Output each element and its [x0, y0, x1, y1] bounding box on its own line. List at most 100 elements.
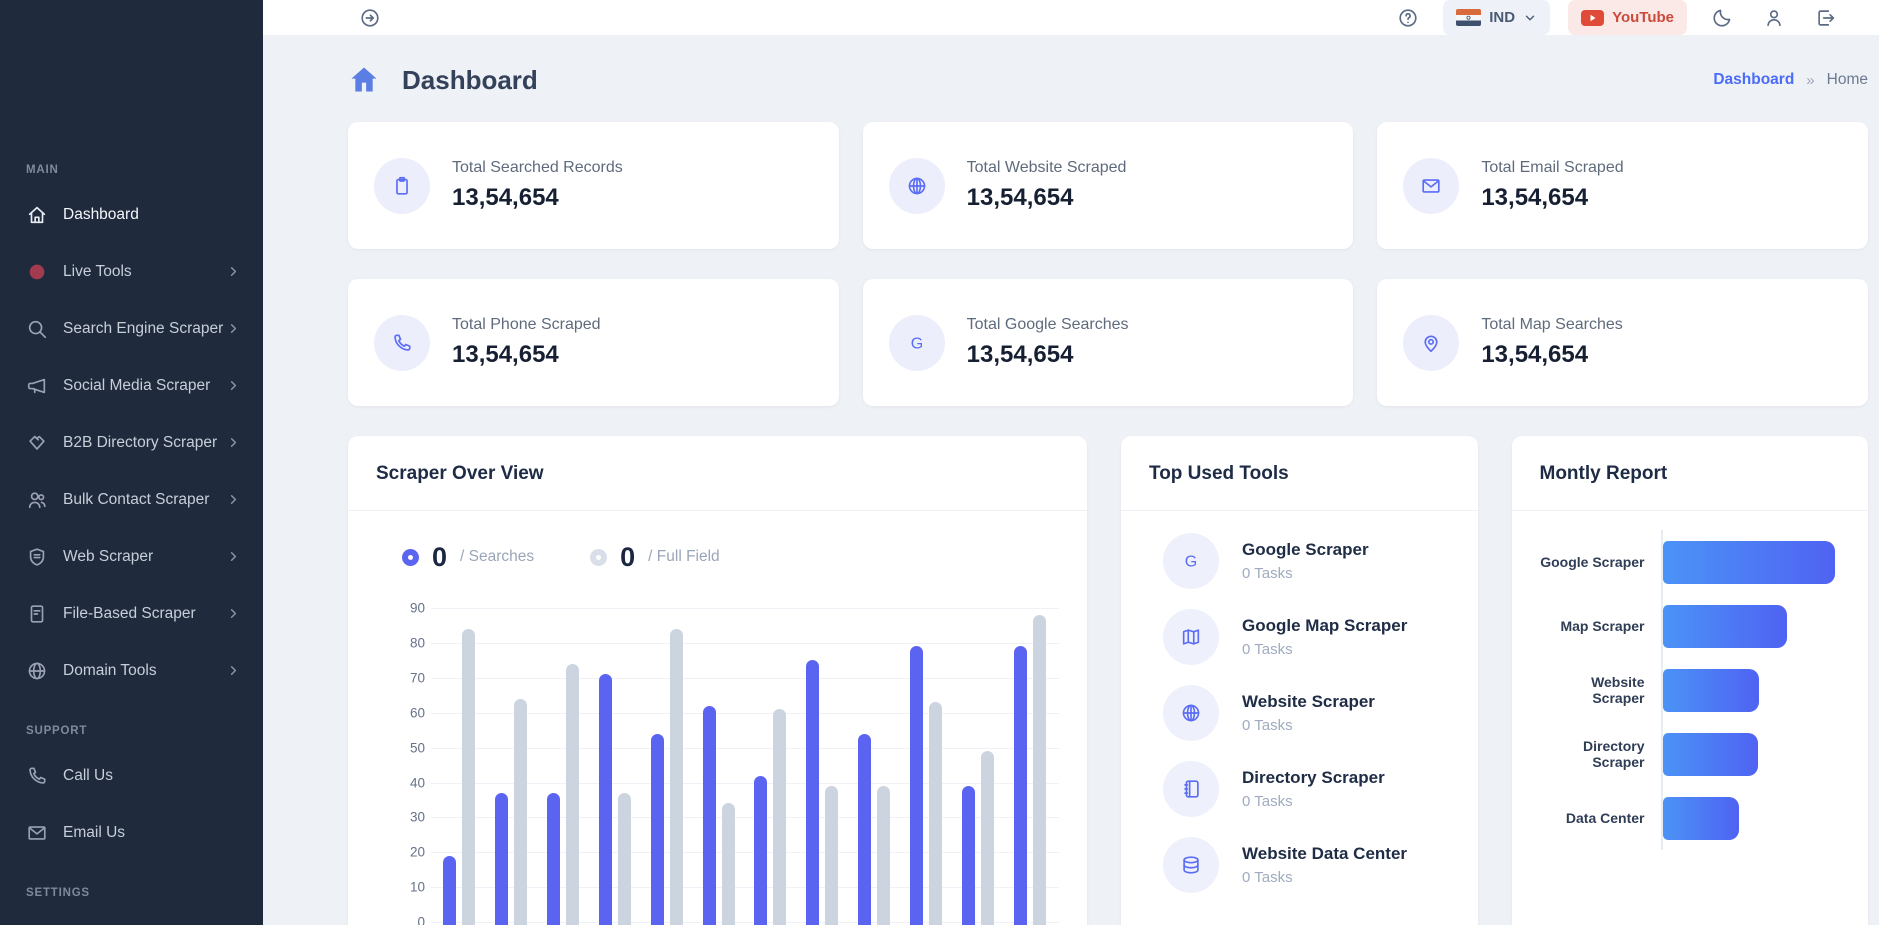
panels-row: Scraper Over View 0/ Searches0/ Full Fie…	[348, 436, 1868, 925]
page-title-wrap: Dashboard	[348, 64, 538, 96]
tool-item-google-scraper[interactable]: GGoogle Scraper0 Tasks	[1149, 523, 1450, 599]
tool-name: Google Map Scraper	[1242, 616, 1407, 636]
sidebar-item-label: File-Based Scraper	[63, 605, 226, 623]
breadcrumb-home-link[interactable]: Home	[1827, 71, 1868, 89]
stat-cards-grid: Total Searched Records13,54,654Total Web…	[348, 122, 1868, 406]
bar-full-field	[462, 629, 475, 925]
language-selector[interactable]: IND	[1443, 0, 1550, 35]
tool-task-count: 0 Tasks	[1242, 717, 1375, 734]
users-icon	[26, 489, 48, 511]
bar-full-field	[773, 709, 786, 925]
tool-name: Website Data Center	[1242, 844, 1407, 864]
bar-full-field	[877, 786, 890, 925]
sidebar-item-label: Call Us	[63, 767, 241, 785]
sidebar-item-search-engine-scraper[interactable]: Search Engine Scraper	[0, 300, 263, 357]
stat-label: Total Website Scraped	[967, 159, 1127, 177]
top-used-tools-title: Top Used Tools	[1121, 436, 1478, 511]
dark-mode-toggle[interactable]	[1705, 1, 1739, 35]
sidebar-item-file-based-scraper[interactable]: File-Based Scraper	[0, 585, 263, 642]
breadcrumb-separator: »	[1806, 72, 1814, 89]
sidebar-item-social-media-scraper[interactable]: Social Media Scraper	[0, 357, 263, 414]
sidebar-toggle-button[interactable]	[353, 1, 387, 35]
profile-button[interactable]	[1757, 1, 1791, 35]
sidebar-item-live-tools[interactable]: Live Tools	[0, 243, 263, 300]
tool-item-website-data-center[interactable]: Website Data Center0 Tasks	[1149, 827, 1450, 903]
page-content: Dashboard Dashboard » Home Total Searche…	[263, 36, 1879, 925]
monthly-bar-zone	[1661, 722, 1841, 786]
y-axis-tick: 30	[376, 810, 425, 825]
page-head: Dashboard Dashboard » Home	[348, 64, 1868, 96]
clipboard-icon	[374, 158, 430, 214]
india-flag-icon	[1456, 9, 1481, 26]
tool-item-google-map-scraper[interactable]: Google Map Scraper0 Tasks	[1149, 599, 1450, 675]
tool-item-website-scraper[interactable]: Website Scraper 0 Tasks	[1149, 675, 1450, 751]
monthly-category-label: Data Center	[1540, 810, 1645, 826]
bar-searches	[910, 646, 923, 925]
home-icon	[348, 64, 380, 96]
sidebar-item-label: Bulk Contact Scraper	[63, 491, 226, 509]
y-axis-tick: 10	[376, 880, 425, 895]
stat-value: 13,54,654	[452, 341, 601, 369]
sidebar-item-email-us[interactable]: Email Us	[0, 804, 263, 861]
bar-searches	[1014, 646, 1027, 925]
y-axis-tick: 0	[376, 915, 425, 925]
y-axis-tick: 20	[376, 845, 425, 860]
monthly-row-data-center: Data Center	[1540, 786, 1841, 850]
monthly-row-google-scraper: Google Scraper	[1540, 530, 1841, 594]
legend-item--searches: 0/ Searches	[402, 542, 534, 573]
megaphone-icon	[26, 375, 48, 397]
tool-name: Directory Scraper	[1242, 768, 1385, 788]
help-button[interactable]	[1391, 1, 1425, 35]
bar-searches	[495, 793, 508, 925]
search-icon	[26, 318, 48, 340]
bar-searches	[443, 856, 456, 925]
chevron-right-icon	[226, 435, 241, 450]
sidebar-item-dashboard[interactable]: Dashboard	[0, 186, 263, 243]
sidebar-item-domain-tools[interactable]: Domain Tools	[0, 642, 263, 699]
stat-label: Total Phone Scraped	[452, 316, 601, 334]
gridline	[431, 678, 1059, 679]
monthly-category-label: Google Scraper	[1540, 554, 1645, 570]
tool-name: Website Scraper	[1242, 692, 1375, 712]
y-axis-tick: 80	[376, 635, 425, 650]
logout-button[interactable]	[1809, 1, 1843, 35]
sidebar-item-label: Email Us	[63, 824, 241, 842]
youtube-button[interactable]: YouTube	[1568, 0, 1687, 35]
stat-value: 13,54,654	[967, 341, 1129, 369]
bar-full-field	[618, 793, 631, 925]
monthly-bar	[1663, 733, 1758, 776]
sidebar-section-main: MAIN	[0, 164, 263, 176]
breadcrumb-dashboard-link[interactable]: Dashboard	[1713, 71, 1794, 89]
chevron-right-icon	[226, 549, 241, 564]
tool-item-directory-scraper[interactable]: Directory Scraper0 Tasks	[1149, 751, 1450, 827]
sidebar-item-web-scraper[interactable]: Web Scraper	[0, 528, 263, 585]
home-icon	[26, 204, 48, 226]
monthly-bar	[1663, 669, 1759, 712]
chevron-right-icon	[226, 264, 241, 279]
user-icon	[1763, 7, 1785, 29]
sidebar-item-profile[interactable]: Profile	[0, 909, 263, 925]
chevron-right-icon	[226, 606, 241, 621]
top-header: IND YouTube	[263, 0, 1879, 36]
stat-card-total-map-searches: Total Map Searches13,54,654	[1377, 279, 1868, 406]
gridline	[431, 608, 1059, 609]
gridline	[431, 643, 1059, 644]
phone-icon	[26, 765, 48, 787]
bar-searches	[962, 786, 975, 925]
breadcrumb: Dashboard » Home	[1713, 71, 1868, 89]
stat-value: 13,54,654	[1481, 184, 1623, 212]
chevron-right-icon	[226, 492, 241, 507]
sidebar-item-call-us[interactable]: Call Us	[0, 747, 263, 804]
sidebar-item-b2b-directory-scraper[interactable]: B2B Directory Scraper	[0, 414, 263, 471]
main-column: IND YouTube	[263, 0, 1879, 925]
map-pin-icon	[1403, 315, 1459, 371]
y-axis-tick: 90	[376, 601, 425, 616]
red-dot-icon	[26, 261, 48, 283]
monthly-bar	[1663, 605, 1787, 648]
tool-task-count: 0 Tasks	[1242, 565, 1369, 582]
moon-icon	[1711, 7, 1733, 29]
stat-card-total-website-scraped: Total Website Scraped13,54,654	[863, 122, 1354, 249]
google-g-icon: G	[1163, 533, 1219, 589]
sidebar-item-bulk-contact-scraper[interactable]: Bulk Contact Scraper	[0, 471, 263, 528]
bar-searches	[547, 793, 560, 925]
